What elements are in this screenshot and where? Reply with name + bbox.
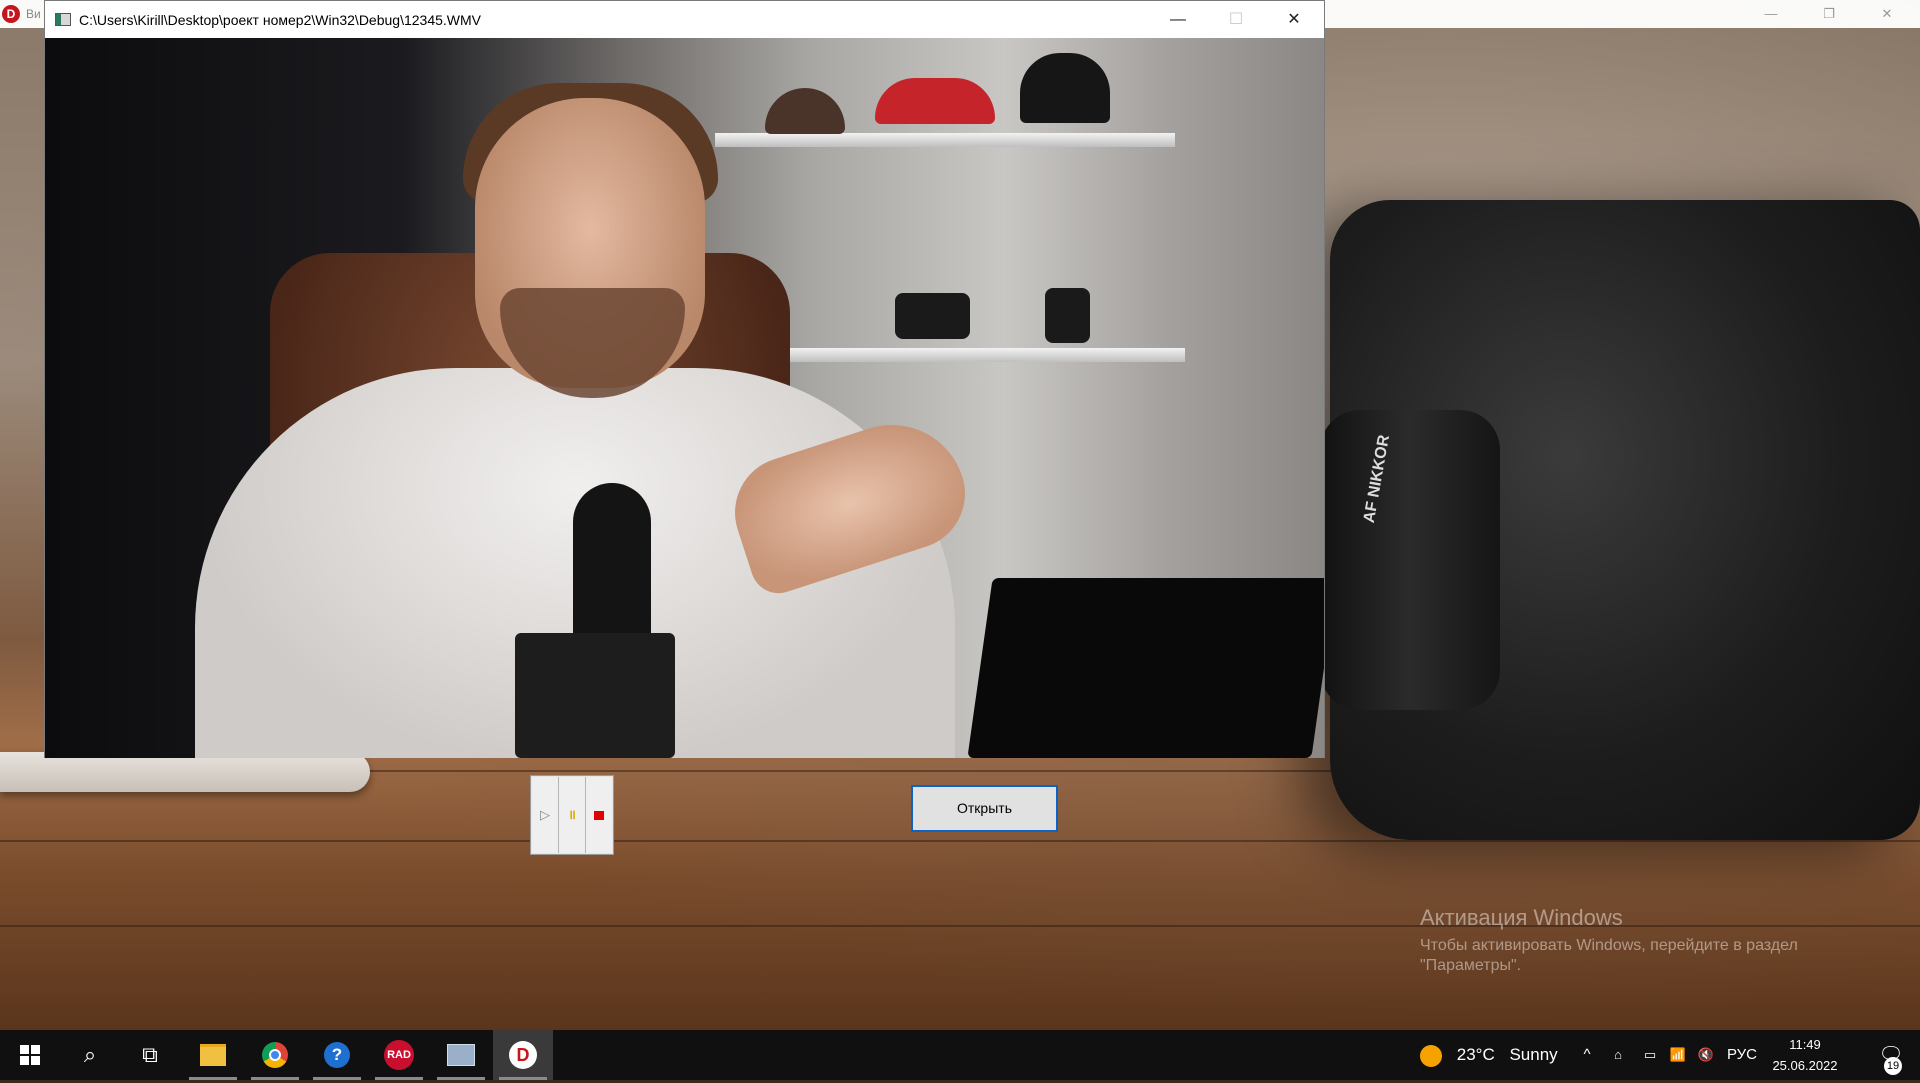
background-app-logo-icon: D	[2, 5, 20, 23]
desk-plank-line	[0, 840, 1920, 842]
stop-icon	[594, 811, 604, 821]
search-button[interactable]: ⌕	[60, 1030, 120, 1080]
sun-icon	[1420, 1044, 1442, 1067]
stop-button[interactable]	[586, 777, 612, 853]
clock-time: 11:49	[1789, 1037, 1821, 1052]
background-close-button[interactable]: ✕	[1864, 0, 1910, 28]
taskbar-file-explorer[interactable]	[183, 1030, 243, 1080]
folder-icon	[200, 1043, 226, 1066]
phone-on-desk	[0, 752, 370, 792]
video-shelf	[715, 133, 1175, 147]
video-microphone	[573, 483, 651, 653]
close-button[interactable]: ✕	[1265, 1, 1323, 38]
video-cap	[1020, 53, 1110, 123]
video-lens-object	[1045, 288, 1090, 343]
taskbar: ⌕ ⧉ ? RAD D	[0, 1030, 1920, 1080]
player-window-title: C:\Users\Kirill\Desktop\роект номер2\Win…	[79, 12, 482, 28]
tray-network-icon[interactable]: 📶	[1666, 1030, 1690, 1080]
open-file-button[interactable]: Открыть	[911, 785, 1058, 832]
camera-lens-image	[1320, 410, 1500, 710]
media-controls: ▷ ॥	[530, 775, 614, 855]
play-icon: ▷	[540, 807, 550, 822]
window-app-icon	[55, 13, 71, 26]
pause-icon: ॥	[568, 807, 576, 822]
video-lens-object	[895, 293, 970, 339]
tray-chevron-icon[interactable]: ^	[1576, 1030, 1598, 1080]
pause-button[interactable]: ॥	[559, 777, 586, 853]
video-player-window: C:\Users\Kirill\Desktop\роект номер2\Win…	[44, 0, 1325, 758]
watermark-line: Чтобы активировать Windows, перейдите в …	[1420, 937, 1798, 954]
watermark-line: "Параметры".	[1420, 957, 1522, 974]
d-app-icon: D	[509, 1040, 537, 1069]
clock-date: 25.06.2022	[1772, 1058, 1838, 1073]
video-cap	[875, 78, 995, 124]
tray-wifi-icon[interactable]: ⌂	[1606, 1030, 1630, 1080]
tray-battery-icon[interactable]: ▭	[1638, 1030, 1662, 1080]
task-view-button[interactable]: ⧉	[120, 1030, 180, 1080]
notification-count-badge: 19	[1884, 1057, 1902, 1075]
weather-temperature: 23°C	[1456, 1045, 1495, 1064]
video-laptop	[967, 578, 1324, 758]
background-app-title: Ви	[26, 7, 41, 21]
task-view-icon: ⧉	[142, 1042, 158, 1067]
background-restore-button[interactable]: ❐	[1806, 0, 1852, 28]
language-indicator[interactable]: РУС	[1724, 1030, 1760, 1080]
taskbar-help[interactable]: ?	[307, 1030, 367, 1080]
play-button[interactable]: ▷	[532, 777, 559, 853]
video-microphone-base	[515, 633, 675, 758]
activate-windows-watermark: Активация Windows Чтобы активировать Win…	[1420, 905, 1798, 975]
weather-condition: Sunny	[1509, 1045, 1558, 1064]
video-frame[interactable]	[45, 38, 1324, 758]
chrome-icon	[262, 1041, 288, 1068]
app-window-icon	[447, 1043, 475, 1066]
background-minimize-button[interactable]: —	[1748, 0, 1794, 28]
video-shelf	[765, 348, 1185, 362]
rad-studio-icon: RAD	[384, 1039, 414, 1070]
minimize-button[interactable]: —	[1149, 1, 1207, 38]
clock[interactable]: 11:49 25.06.2022	[1762, 1034, 1848, 1076]
taskbar-app-window[interactable]	[431, 1030, 491, 1080]
taskbar-chrome[interactable]	[245, 1030, 305, 1080]
search-icon: ⌕	[83, 1042, 97, 1067]
weather-widget[interactable]: 23°C Sunny	[1420, 1030, 1558, 1080]
tray-volume-icon[interactable]: 🔇	[1694, 1030, 1718, 1080]
taskbar-rad-studio[interactable]: RAD	[369, 1030, 429, 1080]
taskbar-d-app[interactable]: D	[493, 1030, 553, 1080]
maximize-button: ☐	[1228, 11, 1244, 28]
start-button[interactable]	[0, 1030, 60, 1080]
watermark-title: Активация Windows	[1420, 905, 1623, 930]
player-titlebar[interactable]: C:\Users\Kirill\Desktop\роект номер2\Win…	[45, 1, 1324, 38]
help-icon: ?	[324, 1041, 350, 1068]
video-cap	[765, 88, 845, 134]
windows-logo-icon	[20, 1044, 40, 1065]
